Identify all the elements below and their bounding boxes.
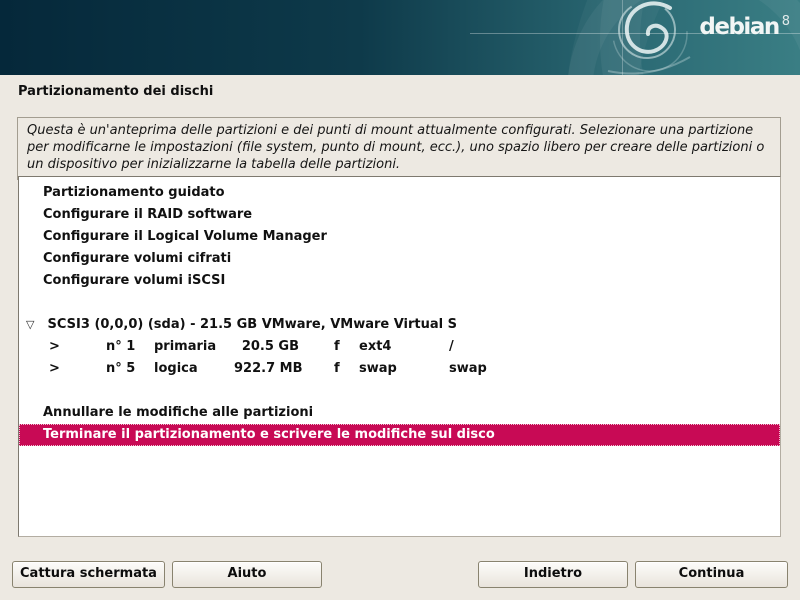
partition-mountpoint: swap: [449, 358, 487, 380]
menu-item-encrypted-volumes[interactable]: Configurare volumi cifrati: [19, 248, 780, 270]
partition-row-5[interactable]: > n° 5 logica 922.7 MB f swap swap: [19, 358, 780, 380]
partition-type: primaria: [154, 336, 234, 358]
partition-mountpoint: /: [449, 336, 454, 358]
description-text: Questa è un'anteprima delle partizioni e…: [27, 123, 764, 172]
undo-changes-item[interactable]: Annullare le modifiche alle partizioni: [19, 402, 780, 424]
partition-number: n° 5: [106, 358, 154, 380]
menu-item-guided-partitioning[interactable]: Partizionamento guidato: [19, 182, 780, 204]
help-button[interactable]: Aiuto: [172, 561, 322, 588]
expander-down-icon[interactable]: ▽: [26, 314, 43, 336]
partition-marker-icon: >: [49, 358, 106, 380]
spacer-row: [19, 292, 780, 314]
partition-list[interactable]: Partizionamento guidato Configurare il R…: [18, 176, 781, 537]
finish-partitioning-item[interactable]: Terminare il partizionamento e scrivere …: [19, 424, 780, 446]
partition-flag: f: [334, 358, 359, 380]
back-button[interactable]: Indietro: [478, 561, 628, 588]
continue-button[interactable]: Continua: [635, 561, 788, 588]
partition-flag: f: [334, 336, 359, 358]
partition-filesystem: swap: [359, 358, 449, 380]
partition-filesystem: ext4: [359, 336, 449, 358]
brand-version: 8: [782, 14, 790, 29]
disk-label: SCSI3 (0,0,0) (sda) - 21.5 GB VMware, VM…: [48, 317, 457, 332]
banner-artwork: [0, 0, 800, 75]
brand-name: debian: [699, 14, 778, 40]
partition-size: 922.7 MB: [234, 358, 299, 380]
page-title: Partizionamento dei dischi: [18, 84, 213, 99]
menu-item-iscsi-volumes[interactable]: Configurare volumi iSCSI: [19, 270, 780, 292]
description-box: Questa è un'anteprima delle partizioni e…: [17, 117, 781, 180]
partition-type: logica: [154, 358, 234, 380]
partition-number: n° 1: [106, 336, 154, 358]
partition-row-1[interactable]: > n° 1 primaria 20.5 GB f ext4 /: [19, 336, 780, 358]
partition-marker-icon: >: [49, 336, 106, 358]
debian-logo-text: debian 8: [699, 16, 790, 39]
menu-item-raid[interactable]: Configurare il RAID software: [19, 204, 780, 226]
menu-item-lvm[interactable]: Configurare il Logical Volume Manager: [19, 226, 780, 248]
banner: debian 8: [0, 0, 800, 75]
partition-size: 20.5 GB: [234, 336, 299, 358]
disk-row[interactable]: ▽ SCSI3 (0,0,0) (sda) - 21.5 GB VMware, …: [19, 314, 780, 336]
screenshot-button[interactable]: Cattura schermata: [12, 561, 165, 588]
spacer-row: [19, 380, 780, 402]
